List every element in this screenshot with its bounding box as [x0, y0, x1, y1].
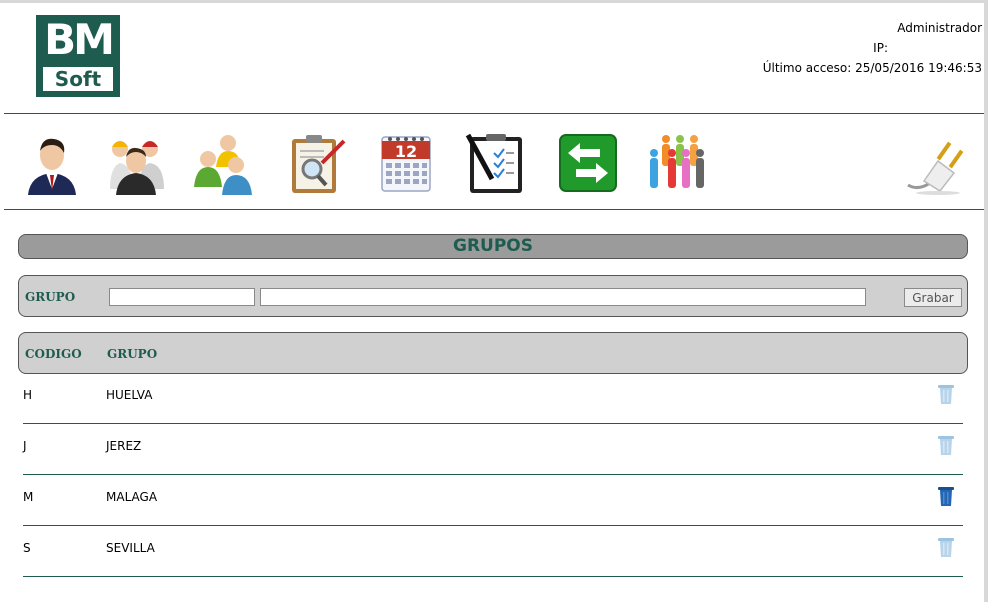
logo-bottom-text: Soft	[43, 67, 113, 91]
row-code: J	[23, 439, 27, 453]
trash-icon[interactable]	[937, 383, 955, 405]
row-code: H	[23, 388, 33, 402]
clipboard-search-icon[interactable]	[284, 131, 348, 195]
trash-icon[interactable]	[937, 434, 955, 456]
group-name-input[interactable]	[260, 288, 866, 306]
row-name: SEVILLA	[106, 541, 155, 555]
save-button[interactable]: Grabar	[904, 288, 962, 307]
row-name: HUELVA	[106, 388, 153, 402]
user-info: Administrador IP: Último acceso: 25/05/2…	[763, 18, 982, 78]
table-row: S SEVILLA	[23, 526, 963, 577]
column-header-code: CODIGO	[25, 347, 82, 361]
group-code-input[interactable]	[109, 288, 255, 306]
user-name: Administrador	[897, 21, 982, 35]
plug-icon[interactable]	[904, 131, 968, 195]
ip-label: IP:	[873, 41, 888, 55]
trash-icon[interactable]	[937, 485, 955, 507]
row-name: MALAGA	[106, 490, 158, 504]
row-code: M	[23, 490, 34, 504]
page-title-bar: GRUPOS	[18, 234, 968, 259]
row-name: JEREZ	[106, 439, 142, 453]
group-label: GRUPO	[25, 290, 76, 304]
last-access: Último acceso: 25/05/2016 19:46:53	[762, 61, 982, 75]
calendar-icon[interactable]: 12	[374, 131, 438, 195]
row-code: S	[23, 541, 31, 555]
group-form: GRUPO Grabar	[18, 275, 968, 317]
table-row: M MALAGA	[23, 475, 963, 526]
workers-icon[interactable]	[104, 131, 168, 195]
trash-icon[interactable]	[937, 536, 955, 558]
column-header-group: GRUPO	[107, 347, 158, 361]
logo-top-text: BM	[44, 15, 115, 64]
table-header: CODIGO GRUPO	[18, 332, 968, 374]
transfer-arrows-icon[interactable]	[556, 131, 620, 195]
page-title: GRUPOS	[452, 236, 533, 256]
bmsoft-logo: BM Soft	[36, 15, 120, 97]
table-row: J JEREZ	[23, 424, 963, 475]
user-icon[interactable]	[20, 131, 84, 195]
users-group-icon[interactable]	[192, 131, 256, 195]
header-divider	[4, 113, 984, 114]
toolbar-divider	[4, 209, 984, 210]
table-row: H HUELVA	[23, 373, 963, 424]
calendar-day: 12	[395, 142, 417, 161]
people-crowd-icon[interactable]	[646, 131, 710, 195]
checklist-icon[interactable]	[464, 131, 528, 195]
